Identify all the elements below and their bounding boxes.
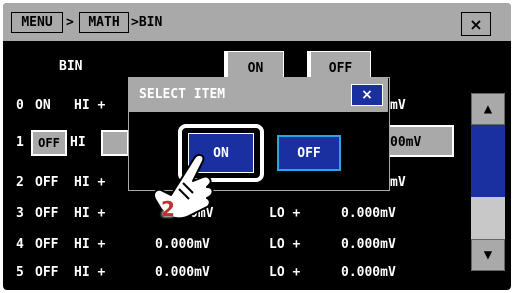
triangle-up-icon: ▲ [483, 101, 493, 117]
bin-on-button[interactable]: ON [224, 51, 284, 79]
instrument-screen: MENU > MATH >BIN × BIN ON OFF 0 ON HI + … [3, 3, 511, 290]
row-2-lo-value[interactable]: mV [390, 175, 406, 191]
dialog-title: SELECT ITEM [139, 87, 226, 102]
breadcrumb-math[interactable]: MATH [79, 12, 129, 33]
row-3-lo-value[interactable]: 0.000mV [341, 206, 396, 222]
row-2-state[interactable]: OFF [35, 175, 58, 191]
triangle-down-icon: ▼ [483, 247, 493, 263]
dialog-close-button[interactable]: × [351, 84, 383, 106]
row-5-index: 5 [16, 265, 24, 280]
bin-label: BIN [59, 59, 83, 74]
breadcrumb-bin: >BIN [131, 15, 163, 30]
row-5-lo-value[interactable]: 0.000mV [341, 265, 396, 281]
row-3-index: 3 [16, 206, 24, 221]
row-2-index: 2 [16, 175, 24, 190]
dialog-title-bar: SELECT ITEM × [129, 78, 388, 112]
row-4-index: 4 [16, 237, 24, 252]
row-0-hi[interactable]: HI + [74, 98, 105, 114]
row-0-state[interactable]: ON [35, 98, 51, 114]
row-4-hi[interactable]: HI + [74, 237, 105, 253]
row-0-index: 0 [16, 98, 24, 113]
breadcrumb-menu[interactable]: MENU [11, 12, 63, 33]
row-5-state[interactable]: OFF [35, 265, 58, 281]
row-5-hi-value[interactable]: 0.000mV [155, 265, 210, 281]
row-0-lo-value[interactable]: mV [390, 98, 406, 114]
scroll-track[interactable] [471, 197, 505, 239]
row-2-hi[interactable]: HI + [74, 175, 105, 191]
row-1-index: 1 [16, 135, 24, 150]
row-1-hi-value-box[interactable] [101, 130, 129, 156]
row-1-hi[interactable]: HI [70, 135, 86, 151]
row-3-lo[interactable]: LO + [269, 206, 300, 222]
row-3-state[interactable]: OFF [35, 206, 58, 222]
row-1-state-button[interactable]: OFF [31, 130, 67, 156]
close-button[interactable]: × [461, 12, 491, 36]
step-badge: 2 [161, 197, 175, 221]
scroll-thumb[interactable] [471, 125, 505, 197]
title-bar: MENU > MATH >BIN × [3, 3, 511, 41]
scroll-up-button[interactable]: ▲ [471, 93, 505, 125]
row-5-lo[interactable]: LO + [269, 265, 300, 281]
off-option-button[interactable]: OFF [277, 135, 341, 171]
row-3-hi[interactable]: HI + [74, 206, 105, 222]
row-4-state[interactable]: OFF [35, 237, 58, 253]
row-4-lo-value[interactable]: 0.000mV [341, 237, 396, 253]
row-1-lo-value: 00mV [390, 135, 422, 150]
row-4-lo[interactable]: LO + [269, 237, 300, 253]
scroll-down-button[interactable]: ▼ [471, 239, 505, 271]
close-icon: × [469, 14, 483, 34]
row-5-hi[interactable]: HI + [74, 265, 105, 281]
row-4-hi-value[interactable]: 0.000mV [155, 237, 210, 253]
close-icon: × [361, 87, 373, 103]
bin-off-button[interactable]: OFF [307, 51, 371, 79]
breadcrumb-separator: > [66, 15, 74, 30]
